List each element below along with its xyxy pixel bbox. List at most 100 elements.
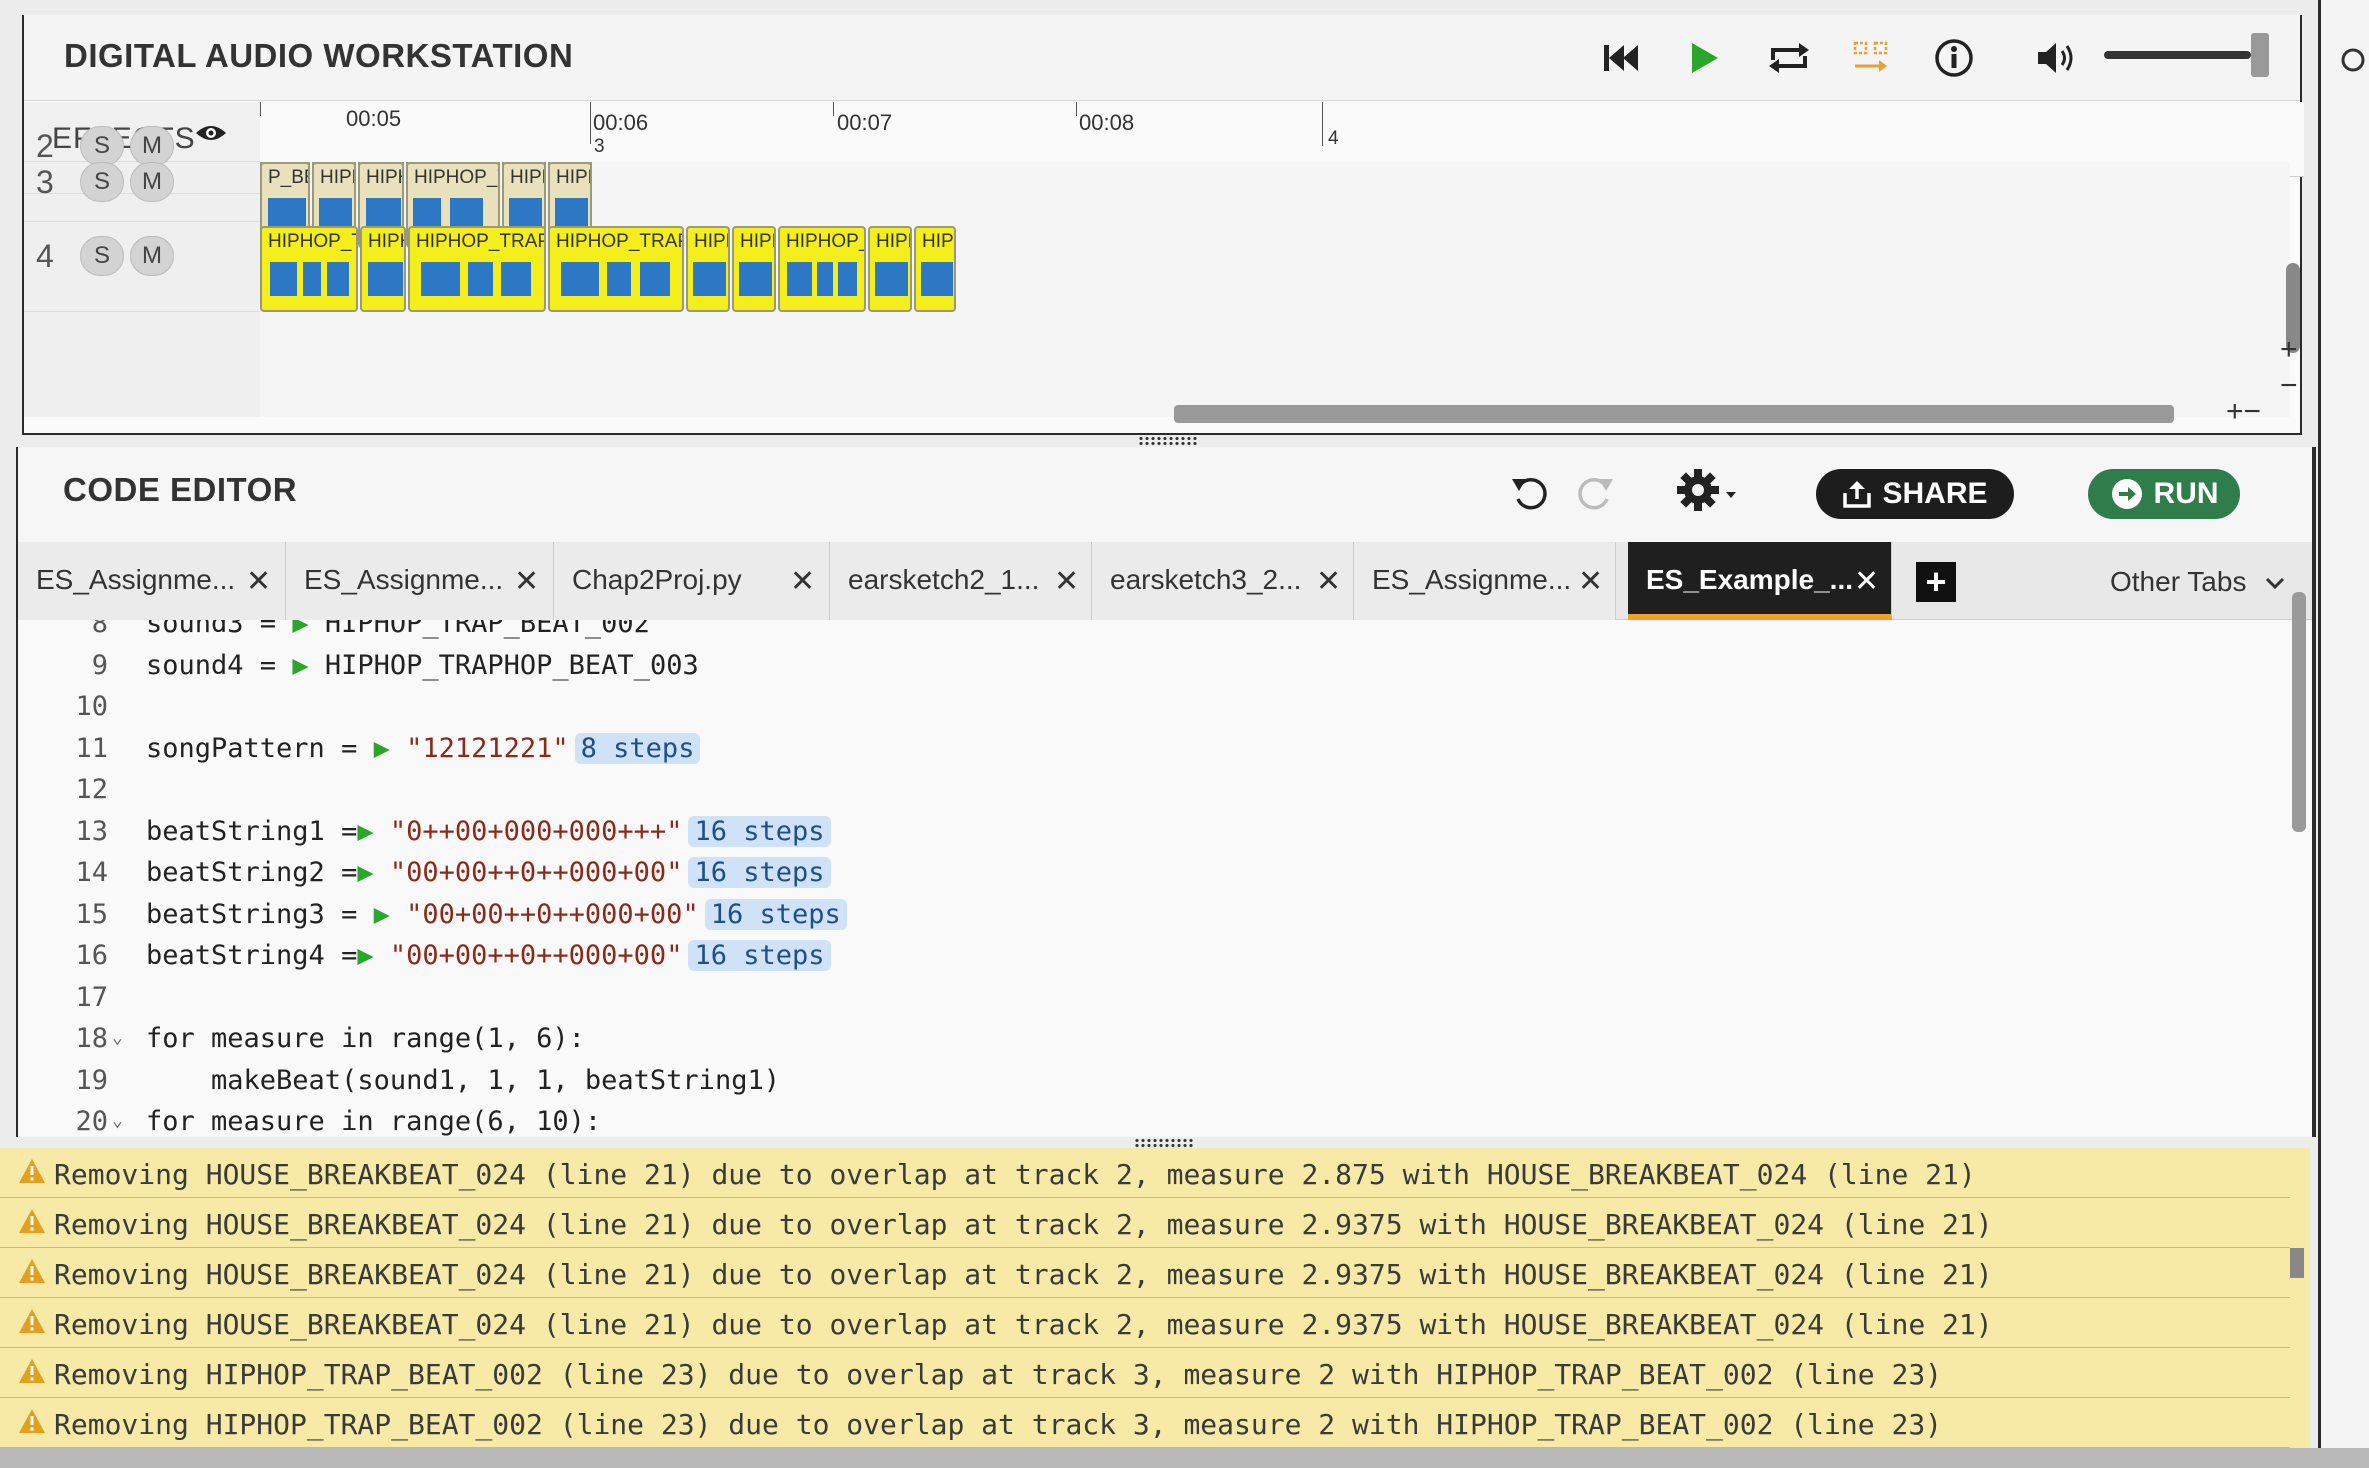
file-tab[interactable]: ES_Assignme... ✕	[18, 542, 286, 620]
play-icon	[1692, 43, 1718, 73]
skip-to-start-button[interactable]	[1596, 33, 1646, 83]
tab-close-icon[interactable]: ✕	[514, 564, 539, 599]
clip-name: HIPH...	[366, 167, 402, 188]
clip-name: HIPHOP_TR...	[786, 231, 864, 252]
tab-close-icon[interactable]: ✕	[790, 564, 815, 599]
warning-icon	[18, 1158, 46, 1191]
info-button[interactable]	[1929, 33, 1979, 83]
waveform	[413, 198, 441, 228]
file-tab[interactable]: earsketch2_1... ✕	[830, 542, 1092, 620]
audio-clip[interactable]: HIPHOP_TR...	[778, 226, 866, 312]
audio-clip[interactable]: HIPH...	[360, 226, 406, 312]
file-tab-active[interactable]: ES_Example_... ✕	[1628, 542, 1892, 620]
file-tab[interactable]: Chap2Proj.py ✕	[554, 542, 830, 620]
waveform	[421, 262, 460, 296]
zoom-out-vertical[interactable]: −	[2280, 369, 2298, 403]
line-number: 16	[75, 940, 108, 971]
code-line: 10	[18, 683, 2312, 724]
daw-horizontal-scrollbar[interactable]	[1174, 405, 2174, 423]
string-literal: "0++00+000+000+++"	[373, 815, 683, 847]
steps-badge: 16 steps	[688, 857, 831, 888]
code-text: beatString1 =▶ "0++00+000+000+++" 16 step…	[146, 815, 831, 847]
editor-resize-handle[interactable]	[1134, 1138, 1194, 1148]
line-number: 15	[75, 898, 108, 930]
clip-name: HIPHOP_TR...	[414, 167, 498, 188]
audio-clip[interactable]: HIPHOP_TRAPHOP...	[408, 226, 546, 312]
play-preview-icon[interactable]: ▶	[374, 899, 390, 930]
console-scrollbar[interactable]	[2290, 1248, 2304, 1278]
tab-close-icon[interactable]: ✕	[1316, 564, 1341, 599]
clip-name: HIPH...	[320, 167, 354, 188]
waveform	[468, 262, 493, 296]
audio-clip[interactable]: HIPH...	[686, 226, 730, 312]
code-token: HIPHOP_TRAPHOP_BEAT_003	[308, 649, 699, 681]
clip-name: HIPH...	[922, 231, 954, 252]
code-line: 13 beatString1 =▶ "0++00+000+000+++" 16 st…	[18, 808, 2312, 849]
other-tabs-dropdown[interactable]: Other Tabs	[2110, 566, 2286, 598]
play-preview-icon[interactable]: ▶	[357, 857, 373, 888]
play-button[interactable]	[1679, 33, 1729, 83]
console-warning: Removing HIPHOP_TRAP_BEAT_002 (line 23) …	[0, 1398, 2290, 1448]
file-tab[interactable]: ES_Assignme... ✕	[286, 542, 554, 620]
tab-close-icon[interactable]: ✕	[246, 564, 271, 599]
redo-button[interactable]	[1575, 471, 1615, 518]
waveform	[817, 262, 833, 296]
audio-clip[interactable]: HIPH...	[732, 226, 776, 312]
time-label: 00:05	[346, 106, 402, 131]
console-warning: Removing HOUSE_BREAKBEAT_024 (line 21) d…	[0, 1148, 2290, 1198]
info-icon	[1935, 39, 1973, 77]
warning-text: Removing HOUSE_BREAKBEAT_024 (line 21) d…	[54, 1258, 1993, 1291]
string-literal: "00+00++0++000+00"	[373, 857, 683, 888]
gear-icon	[1677, 469, 1736, 511]
warning-text: Removing HOUSE_BREAKBEAT_024 (line 21) d…	[54, 1308, 1993, 1341]
solo-button[interactable]: S	[80, 236, 124, 276]
new-tab-button[interactable]: +	[1916, 561, 1956, 602]
daw-resize-handle[interactable]	[1138, 436, 1198, 446]
track-number: 4	[36, 238, 54, 274]
solo-button[interactable]: S	[80, 162, 124, 202]
zoom-in-vertical[interactable]: +	[2280, 333, 2298, 367]
tab-label: ES_Assignme...	[36, 564, 236, 595]
audio-clip[interactable]: HIPHOP_TR...	[260, 226, 358, 312]
track-lanes[interactable]: KBEA...HOU...HOU...HOUSE_BRE...HOU...HOU…	[260, 162, 2290, 417]
warning-icon	[18, 1408, 46, 1441]
audio-clip[interactable]: HIPHOP_TRAPHOP...	[548, 226, 684, 312]
volume-button[interactable]	[2032, 33, 2082, 83]
play-preview-icon[interactable]: ▶	[357, 940, 373, 971]
line-number: 20	[75, 1106, 108, 1137]
run-button[interactable]: RUN	[2088, 469, 2240, 519]
mute-button[interactable]: M	[130, 162, 174, 202]
loop-button[interactable]	[1764, 33, 1814, 83]
settings-menu-button[interactable]	[1676, 465, 1746, 520]
file-tab[interactable]: ES_Assignme... ✕	[1354, 542, 1616, 620]
tab-close-icon[interactable]: ✕	[1854, 564, 1879, 599]
play-preview-icon[interactable]: ▶	[357, 816, 373, 847]
horizontal-zoom-controls[interactable]: +−	[2226, 395, 2261, 429]
play-preview-icon[interactable]: ▶	[374, 733, 390, 764]
mute-button[interactable]: M	[130, 236, 174, 276]
fold-toggle-icon[interactable]: ⌄	[112, 1027, 123, 1048]
code-area[interactable]: 8 sound3 = ▶ HIPHOP_TRAP_BEAT_002 9 sound4 …	[18, 620, 2312, 1137]
tab-close-icon[interactable]: ✕	[1578, 564, 1603, 599]
play-preview-icon[interactable]: ▶	[292, 650, 308, 681]
metronome-button[interactable]	[1846, 33, 1896, 83]
fold-toggle-icon[interactable]: ⌄	[112, 1110, 123, 1131]
audio-clip[interactable]: HIPH...	[868, 226, 912, 312]
code-scrollbar[interactable]	[2292, 592, 2306, 832]
volume-thumb[interactable]	[2251, 33, 2269, 77]
daw-header: DIGITAL AUDIO WORKSTATION	[24, 15, 2300, 101]
share-button[interactable]: SHARE	[1816, 469, 2014, 519]
volume-slider[interactable]	[2104, 33, 2269, 77]
play-preview-icon[interactable]: ▶	[292, 620, 308, 639]
track-number: 3	[36, 164, 54, 200]
audio-clip[interactable]: HIPH...	[914, 226, 956, 312]
search-icon[interactable]	[2335, 46, 2365, 76]
file-tab[interactable]: earsketch3_2... ✕	[1092, 542, 1354, 620]
clip-name: HIPHOP_TR...	[268, 231, 356, 252]
undo-button[interactable]	[1510, 471, 1550, 518]
code-line: 20 ⌄ for measure in range(6, 10):	[18, 1098, 2312, 1137]
right-sidebar-strip	[2318, 0, 2369, 1468]
volume-track	[2104, 51, 2251, 59]
tab-close-icon[interactable]: ✕	[1054, 564, 1079, 599]
waveform	[501, 262, 531, 296]
